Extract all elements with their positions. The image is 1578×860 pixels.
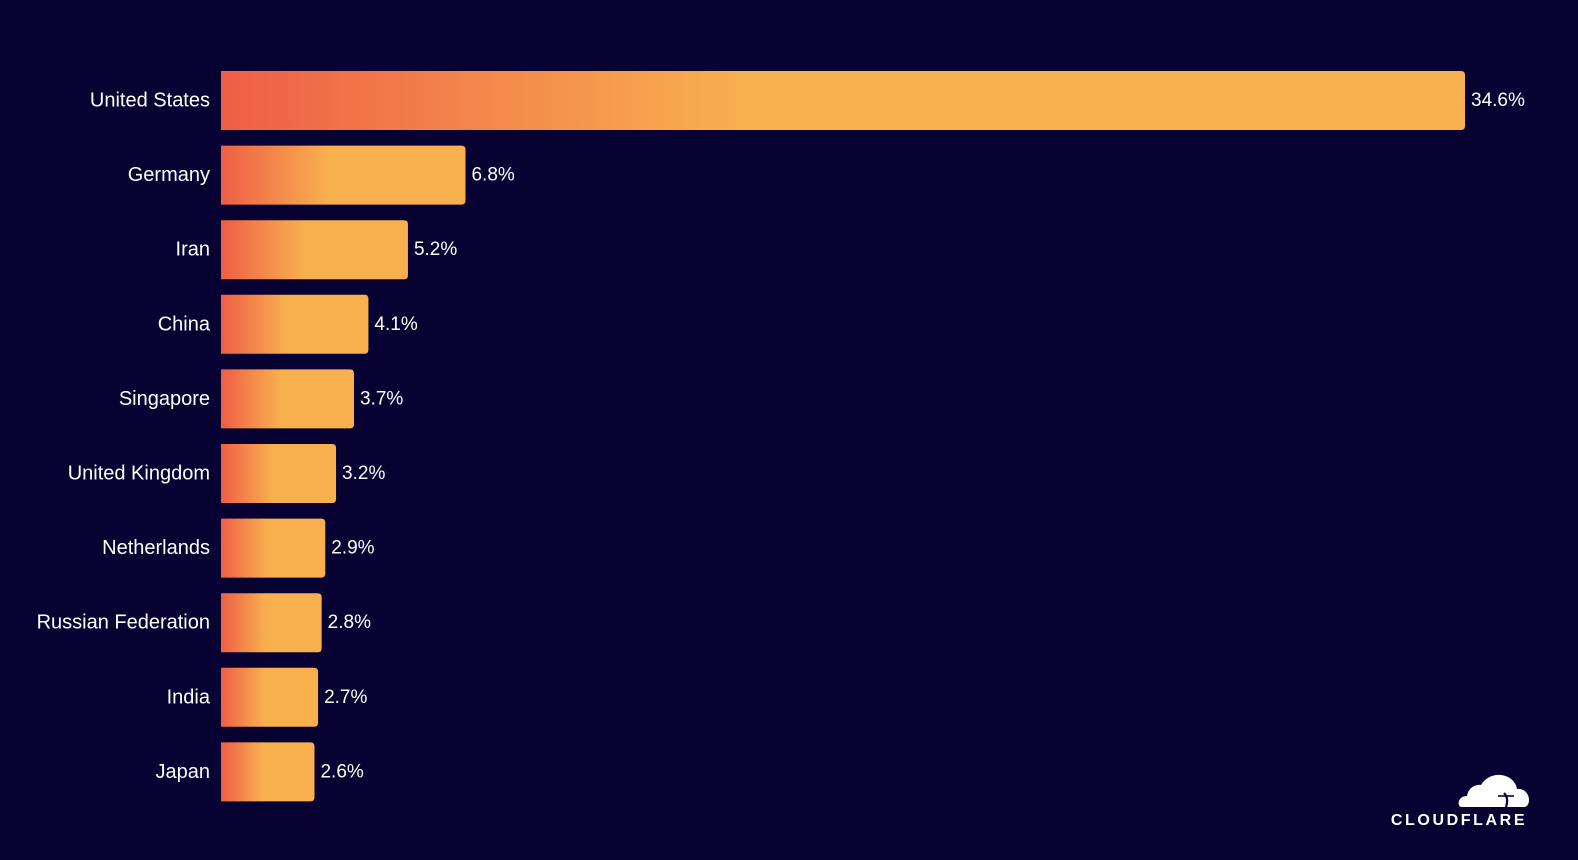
bar-chart: United States 34.6% Germany 6.8% Iran 5.2% Chi… xyxy=(37,71,1525,802)
value-label: 3.7% xyxy=(360,388,403,409)
bar-united-kingdom xyxy=(221,444,337,503)
bar-japan xyxy=(221,742,315,802)
value-label: 34.6% xyxy=(1471,90,1525,111)
category-label: Iran xyxy=(176,239,210,261)
category-label: Russian Federation xyxy=(37,612,210,634)
value-label: 5.2% xyxy=(414,239,457,260)
bars-layer: United States 34.6% Germany 6.8% Iran 5.2% Chi… xyxy=(37,71,1525,802)
value-label: 2.9% xyxy=(331,538,374,559)
category-label: India xyxy=(167,686,211,708)
category-label: Singapore xyxy=(119,388,210,410)
category-label: Japan xyxy=(156,761,211,783)
bar-china xyxy=(221,294,369,354)
bar-russian-federation xyxy=(221,593,322,653)
bar-singapore xyxy=(221,369,355,429)
bar-germany xyxy=(221,145,466,205)
category-label: China xyxy=(158,313,211,335)
category-label: Germany xyxy=(128,164,210,186)
logo-text: CLOUDFLARE xyxy=(1390,812,1528,829)
cloud-icon xyxy=(1458,774,1529,808)
value-label: 3.2% xyxy=(342,463,385,484)
bar-united-states xyxy=(221,71,1465,130)
cloudflare-logo: CLOUDFLARE xyxy=(1384,774,1534,830)
value-label: 2.6% xyxy=(320,761,363,782)
category-label: United States xyxy=(90,90,210,112)
category-label: Netherlands xyxy=(102,537,210,559)
bar-iran xyxy=(221,220,408,280)
value-label: 6.8% xyxy=(471,165,514,186)
value-label: 2.7% xyxy=(324,687,367,708)
value-label: 4.1% xyxy=(374,314,417,335)
bar-india xyxy=(221,667,319,727)
bar-netherlands xyxy=(221,518,326,578)
category-label: United Kingdom xyxy=(68,463,210,485)
value-label: 2.8% xyxy=(328,612,371,633)
